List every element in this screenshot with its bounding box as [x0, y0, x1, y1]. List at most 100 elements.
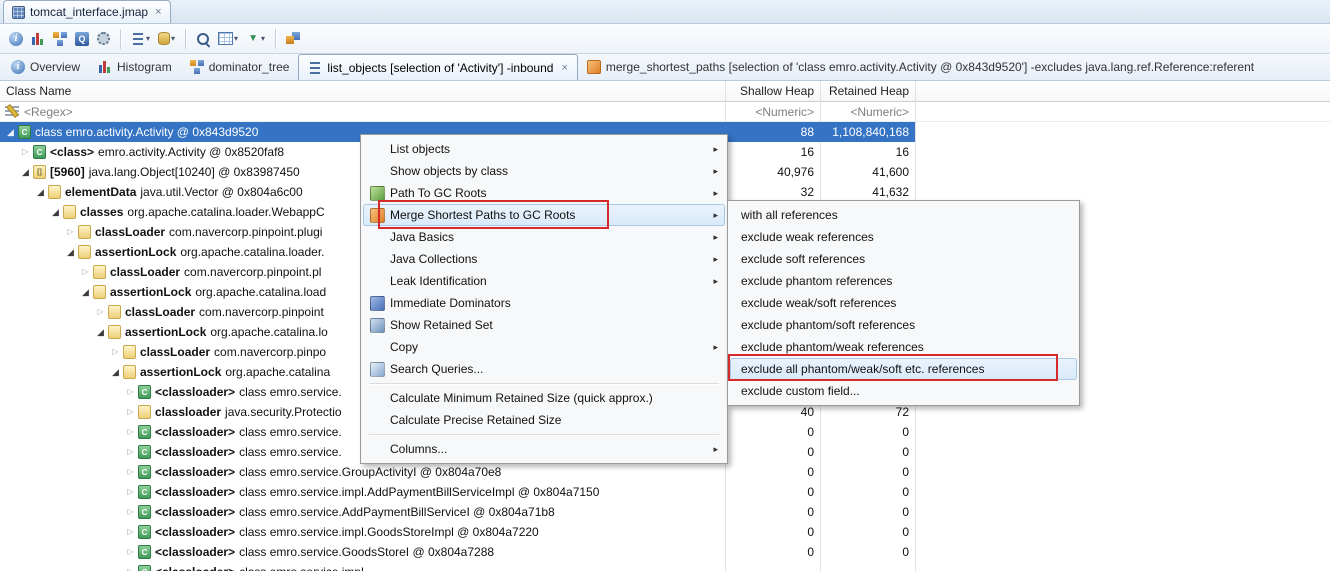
menu-item[interactable]: Calculate Precise Retained Size	[363, 409, 725, 431]
menu-item[interactable]: List objects ▸	[363, 138, 725, 160]
query-browser-icon-button[interactable]: ▾	[128, 27, 153, 51]
classfile-icon: C	[138, 425, 151, 439]
group-result-icon-button[interactable]: ▾	[155, 27, 178, 51]
expand-arrow-icon[interactable]: ◢	[64, 242, 77, 262]
menu-item[interactable]: Show objects by class ▸	[363, 160, 725, 182]
close-icon[interactable]: ×	[155, 6, 161, 18]
menu-item[interactable]: Copy ▸	[363, 336, 725, 358]
expand-arrow-icon[interactable]: ▷	[79, 262, 92, 282]
row-class-label: com.navercorp.pinpoint	[199, 305, 324, 319]
menu-item[interactable]: Path To GC Roots ▸	[363, 182, 725, 204]
view-tab-merge-shortest-paths[interactable]: merge_shortest_paths [selection of 'clas…	[578, 54, 1263, 80]
calculate-retained-size-icon	[218, 32, 234, 45]
dropdown-arrow-icon[interactable]: ▾	[261, 34, 265, 43]
view-tab-histogram[interactable]: Histogram	[89, 54, 181, 80]
dropdown-arrow-icon[interactable]: ▾	[146, 34, 150, 43]
shallow-heap-value: 32	[800, 185, 814, 199]
dropdown-arrow-icon[interactable]: ▾	[171, 34, 175, 43]
expand-arrow-icon[interactable]: ◢	[79, 282, 92, 302]
menu-item[interactable]: Leak Identification ▸	[363, 270, 725, 292]
expand-arrow-icon[interactable]: ▷	[94, 302, 107, 322]
menu-item[interactable]: Search Queries...	[363, 358, 725, 380]
table-row[interactable]: ▷ C <classloader> class emro.service.impl.G…	[0, 522, 915, 542]
expand-arrow-icon[interactable]: ▷	[109, 342, 122, 362]
menu-item[interactable]: Java Basics ▸	[363, 226, 725, 248]
search-icon-button[interactable]	[193, 27, 213, 51]
view-tab-list-objects[interactable]: list_objects [selection of 'Activity'] -…	[298, 54, 578, 80]
numeric-filter-retained[interactable]: <Numeric>	[820, 102, 915, 122]
regex-filter-input[interactable]: <Regex>	[24, 102, 73, 122]
numeric-filter-shallow[interactable]: <Numeric>	[725, 102, 820, 122]
dominator-tree-icon-button[interactable]	[50, 27, 70, 51]
view-tab-dominator-tree[interactable]: dominator_tree	[181, 54, 299, 80]
export-icon-button[interactable]: ▼ ▾	[243, 27, 268, 51]
submenu-item[interactable]: exclude soft references	[730, 248, 1077, 270]
expand-arrow-icon[interactable]: ▷	[124, 482, 137, 502]
expand-arrow-icon[interactable]: ◢	[34, 182, 47, 202]
shallow-heap-value: 88	[800, 125, 814, 139]
submenu-item[interactable]: exclude custom field...	[730, 380, 1077, 402]
table-row[interactable]: ▷ C <classloader> class emro.service.GroupA…	[0, 462, 915, 482]
expand-arrow-icon[interactable]: ▷	[64, 222, 77, 242]
expert-tests-icon-button[interactable]	[94, 27, 113, 51]
histogram-icon-button[interactable]	[28, 27, 48, 51]
submenu-item[interactable]: exclude phantom references	[730, 270, 1077, 292]
expand-arrow-icon[interactable]: ▷	[19, 142, 32, 162]
expand-arrow-icon[interactable]: ▷	[124, 542, 137, 562]
column-header-retained-heap[interactable]: Retained Heap	[820, 81, 915, 101]
editor-tab-heap-dump[interactable]: tomcat_interface.jmap ×	[3, 0, 171, 23]
submenu-item[interactable]: exclude weak references	[730, 226, 1077, 248]
expand-arrow-icon[interactable]: ▷	[124, 382, 137, 402]
expand-arrow-icon[interactable]: ▷	[124, 422, 137, 442]
table-row[interactable]: ▷C <classloader> class emro.service.impl.	[0, 562, 915, 571]
submenu-item[interactable]: exclude phantom/weak references	[730, 336, 1077, 358]
calculate-retained-size-icon-button[interactable]: ▾	[215, 27, 241, 51]
expand-arrow-icon[interactable]: ▷	[124, 442, 137, 462]
expand-arrow-icon[interactable]: ◢	[49, 202, 62, 222]
view-tab-overview[interactable]: i Overview	[2, 54, 89, 80]
expand-arrow-icon[interactable]: ▷	[124, 402, 137, 422]
close-icon[interactable]: ×	[561, 62, 567, 74]
expand-arrow-icon[interactable]: ▷	[124, 502, 137, 522]
table-row[interactable]: ▷ C <classloader> class emro.service.AddPay…	[0, 502, 915, 522]
menu-separator	[369, 383, 719, 384]
submenu-item[interactable]: exclude weak/soft references	[730, 292, 1077, 314]
table-row[interactable]: ▷ C <classloader> class emro.service.GoodsS…	[0, 542, 915, 562]
expand-arrow-icon[interactable]: ▷	[124, 522, 137, 542]
expand-arrow-icon[interactable]: ◢	[4, 122, 17, 142]
retained-heap-value: 1,108,840,168	[832, 125, 909, 139]
oql-icon-button[interactable]: Q	[72, 27, 92, 51]
dropdown-arrow-icon[interactable]: ▾	[234, 34, 238, 43]
class-name-cell: ▷ C <classloader> class emro.service.impl.A…	[0, 482, 725, 502]
row-field-label: elementData	[65, 185, 137, 199]
expand-arrow-icon[interactable]: ◢	[109, 362, 122, 382]
row-field-label: classes	[80, 205, 124, 219]
row-class-label: class emro.service.GoodsStoreI @ 0x804a7…	[239, 545, 495, 559]
column-header-class-name[interactable]: Class Name	[6, 81, 71, 101]
expand-arrow-icon[interactable]: ▷	[124, 462, 137, 482]
histogram-icon	[31, 31, 45, 46]
menu-item[interactable]: Merge Shortest Paths to GC Roots ▸	[363, 204, 725, 226]
menu-item[interactable]: Columns... ▸	[363, 438, 725, 460]
menu-item[interactable]: Immediate Dominators	[363, 292, 725, 314]
table-row[interactable]: ▷ C <classloader> class emro.service.impl.A…	[0, 482, 915, 502]
menu-item[interactable]: Calculate Minimum Retained Size (quick a…	[363, 387, 725, 409]
submenu-item[interactable]: exclude all phantom/weak/soft etc. refer…	[730, 358, 1077, 380]
filter-icon	[5, 106, 19, 118]
submenu-item[interactable]: with all references	[730, 204, 1077, 226]
submenu-item[interactable]: exclude phantom/soft references	[730, 314, 1077, 336]
menu-item[interactable]: Show Retained Set	[363, 314, 725, 336]
expand-arrow-icon[interactable]: ◢	[94, 322, 107, 342]
toolbar-separator	[120, 28, 121, 49]
compare-icon-button[interactable]	[283, 27, 303, 51]
expand-arrow-icon[interactable]: ◢	[19, 162, 32, 182]
menu-item[interactable]: Java Collections ▸	[363, 248, 725, 270]
expand-arrow-icon[interactable]: ▷	[124, 562, 137, 571]
overview-icon-button[interactable]: i	[6, 27, 26, 51]
shallow-heap-value: 0	[807, 485, 814, 499]
retained-heap-value: 0	[902, 525, 909, 539]
column-header-shallow-heap[interactable]: Shallow Heap	[725, 81, 820, 101]
shallow-heap-value	[725, 562, 820, 571]
